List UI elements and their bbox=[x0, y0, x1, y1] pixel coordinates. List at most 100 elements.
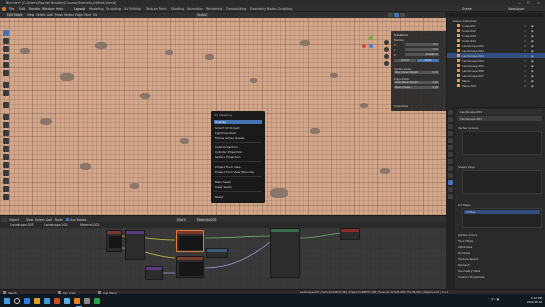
uv-sphere-projection[interactable]: Sphere Projection bbox=[214, 155, 262, 159]
mean-bevel-vertex-field[interactable]: Mean Bevel Weight 0.00 bbox=[394, 71, 439, 75]
z-field[interactable]: -0.0262 m bbox=[405, 53, 439, 57]
material-output-node[interactable] bbox=[340, 228, 360, 240]
uv-follow-active-quads[interactable]: Follow Active Quads bbox=[214, 136, 262, 140]
uv-lightmap-pack[interactable]: Lightmap Pack bbox=[214, 131, 262, 135]
pan-icon[interactable] bbox=[384, 47, 389, 52]
use-nodes-checkbox[interactable] bbox=[66, 218, 69, 221]
image-texture-node[interactable] bbox=[176, 256, 204, 278]
section-uv-maps[interactable]: UV Maps bbox=[455, 202, 540, 207]
tab-compositing[interactable]: Compositing bbox=[226, 7, 246, 11]
eye-icon[interactable]: ◉ bbox=[531, 44, 534, 48]
clock-date[interactable]: 2022-08-18 bbox=[518, 301, 542, 304]
blender-logo-icon[interactable] bbox=[2, 7, 6, 11]
view-layer-selector[interactable]: ViewLayer bbox=[508, 7, 524, 11]
shading-material-icon[interactable] bbox=[394, 13, 399, 17]
taskbar-app-icon[interactable] bbox=[24, 297, 30, 304]
outliner-search-input[interactable] bbox=[449, 13, 543, 17]
y-field[interactable]: 0 m bbox=[405, 48, 439, 52]
tab-shading[interactable]: Shading bbox=[171, 7, 184, 11]
menu-help[interactable]: Help bbox=[56, 7, 63, 11]
windows-start-icon[interactable] bbox=[4, 297, 10, 304]
zoom-icon[interactable] bbox=[384, 40, 389, 45]
section-remesh[interactable]: Remesh bbox=[455, 262, 540, 267]
tab-animation[interactable]: Animation bbox=[187, 7, 203, 11]
taskbar-app-icon[interactable] bbox=[84, 297, 90, 304]
uv-reset[interactable]: Reset bbox=[214, 195, 262, 199]
constraints-tab-icon[interactable] bbox=[448, 173, 453, 178]
menu-face[interactable]: Face bbox=[84, 13, 91, 17]
eye-icon[interactable]: ◉ bbox=[531, 29, 534, 33]
tab-rendering[interactable]: Rendering bbox=[206, 7, 222, 11]
eye-icon[interactable]: ◉ bbox=[531, 54, 534, 58]
taskbar-app-icon[interactable] bbox=[54, 297, 60, 304]
shrink-fatten-icon[interactable] bbox=[3, 186, 9, 192]
select-box-icon[interactable] bbox=[3, 30, 9, 36]
clock-time[interactable]: 4:12 PM bbox=[520, 296, 542, 300]
editor-type-icon[interactable] bbox=[2, 217, 7, 222]
outliner-panel[interactable]: Scene Collection Cube.001 ▽ ◉ Cube.002 ▽ ◉ C… bbox=[446, 12, 545, 107]
taskbar-app-icon[interactable] bbox=[34, 297, 40, 304]
tab-geometry-nodes[interactable]: Geometry Nodes bbox=[250, 7, 277, 11]
shape-keys-list[interactable] bbox=[462, 170, 542, 194]
poly-build-icon[interactable] bbox=[3, 154, 9, 160]
output-tab-icon[interactable] bbox=[448, 124, 453, 129]
section-texture-space[interactable]: Texture Space bbox=[455, 256, 540, 261]
tab-modeling[interactable]: Modeling bbox=[89, 7, 104, 11]
search-icon[interactable] bbox=[14, 297, 20, 304]
tab-uv-editing[interactable]: UV Editing bbox=[124, 7, 141, 11]
mean-crease-field[interactable]: Mean Crease 0.00 bbox=[394, 86, 439, 90]
close-button[interactable]: ✕ bbox=[537, 1, 540, 5]
rip-icon[interactable] bbox=[3, 194, 9, 200]
section-normals[interactable]: Normals bbox=[455, 250, 540, 255]
section-vertex-groups[interactable]: Vertex Groups bbox=[455, 125, 540, 130]
menu-file[interactable]: File bbox=[9, 7, 14, 11]
eye-icon[interactable]: ◉ bbox=[531, 24, 534, 28]
ortho-toggle-icon[interactable] bbox=[384, 61, 389, 66]
minimize-button[interactable]: — bbox=[518, 1, 521, 5]
navigation-gizmo[interactable] bbox=[360, 35, 382, 57]
uv-maps-list[interactable]: UVMap bbox=[462, 208, 542, 228]
eye-icon[interactable]: ◉ bbox=[531, 59, 534, 63]
modifier-tab-icon[interactable] bbox=[448, 152, 453, 157]
properties-subpanel-label[interactable]: Properties bbox=[394, 104, 408, 108]
uv-clear-seam[interactable]: Clear Seam bbox=[214, 185, 262, 189]
tool-tab-icon[interactable] bbox=[448, 110, 453, 115]
eye-icon[interactable]: ◉ bbox=[531, 49, 534, 53]
eye-icon[interactable]: ◉ bbox=[531, 74, 534, 78]
section-vertex-colors[interactable]: Vertex Colors bbox=[455, 232, 540, 237]
mesh-data-name-field[interactable]: Landscape.003 bbox=[458, 116, 542, 121]
uv-map-item[interactable]: UVMap bbox=[464, 210, 540, 214]
menu-select[interactable]: Select bbox=[36, 13, 46, 17]
uv-project-from-view-bounds[interactable]: Project from View (Bounds) bbox=[214, 170, 262, 174]
eye-icon[interactable]: ◉ bbox=[531, 69, 534, 73]
eye-icon[interactable]: ◉ bbox=[531, 64, 534, 68]
tab-layout[interactable]: Layout bbox=[74, 7, 85, 11]
transform-icon[interactable] bbox=[3, 70, 9, 76]
particles-tab-icon[interactable] bbox=[448, 159, 453, 164]
x-field[interactable]: 0 m bbox=[405, 43, 439, 47]
section-attributes[interactable]: Attributes bbox=[455, 244, 540, 249]
principled-bsdf-node[interactable] bbox=[270, 228, 300, 278]
uv-smart-project[interactable]: Smart UV Project bbox=[214, 126, 262, 130]
taskbar-blender-icon[interactable] bbox=[74, 297, 80, 304]
local-toggle[interactable]: Local bbox=[417, 59, 439, 63]
menu-uv[interactable]: UV bbox=[93, 13, 97, 17]
menu-view[interactable]: View bbox=[27, 13, 34, 17]
edge-slide-icon[interactable] bbox=[3, 178, 9, 184]
camera-view-icon[interactable] bbox=[384, 54, 389, 59]
rotate-icon[interactable] bbox=[3, 54, 9, 60]
eye-icon[interactable]: ◉ bbox=[531, 34, 534, 38]
uv-mark-seam[interactable]: Mark Seam bbox=[214, 180, 262, 184]
section-shape-keys[interactable]: Shape Keys bbox=[455, 164, 540, 169]
tab-texture-paint[interactable]: Texture Paint bbox=[146, 7, 167, 11]
tab-sculpting[interactable]: Sculpting bbox=[106, 7, 121, 11]
uv-cube-projection[interactable]: Cube Projection bbox=[214, 145, 262, 149]
mean-bevel-edge-field[interactable]: Mean Bevel Weight 0.00 bbox=[394, 81, 439, 85]
mapping-node[interactable] bbox=[125, 230, 145, 260]
vertex-groups-list[interactable] bbox=[462, 131, 542, 155]
menu-mesh[interactable]: Mesh bbox=[55, 13, 63, 17]
outliner-row[interactable]: Plane.001 ▽ ◉ bbox=[447, 83, 545, 88]
mode-selector[interactable]: Edit Mode bbox=[6, 13, 24, 18]
physics-tab-icon[interactable] bbox=[448, 166, 453, 171]
tab-scripting[interactable]: Scripting bbox=[278, 7, 292, 11]
